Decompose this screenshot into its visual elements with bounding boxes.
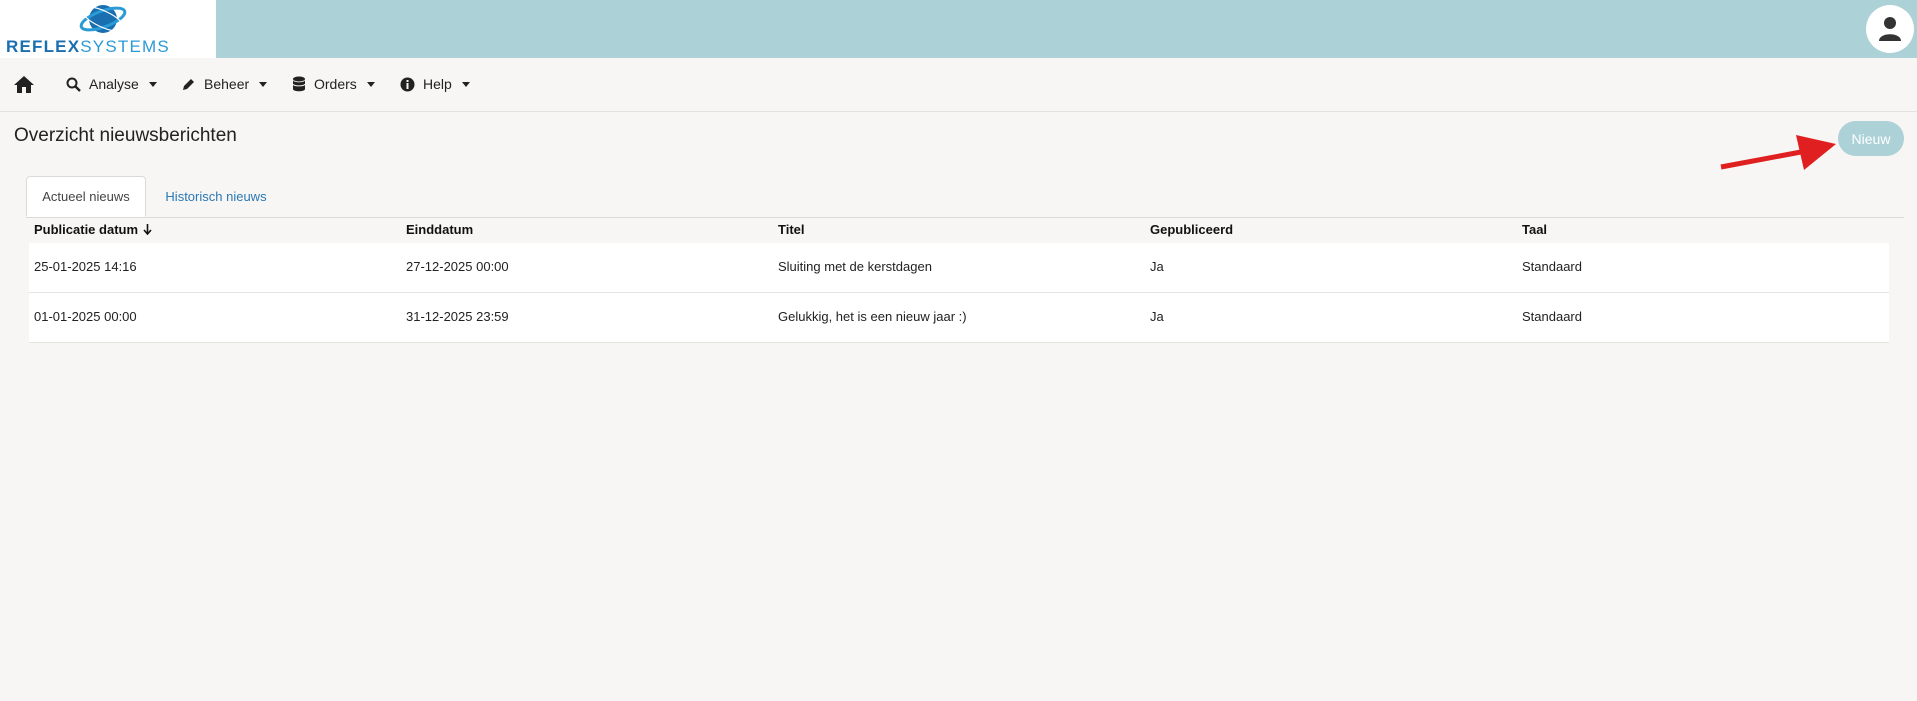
logo-wordmark: REFLEXSYSTEMS [6,37,170,56]
database-icon [292,76,306,92]
news-tabs: Actueel nieuws Historisch nieuws [26,176,1904,218]
user-icon [1879,17,1901,41]
nav-help[interactable]: Help [400,76,470,92]
chevron-down-icon [461,81,470,87]
red-arrow-annotation [1720,135,1836,170]
cell-publicatie-datum: 01-01-2025 00:00 [34,309,137,324]
chevron-down-icon [259,81,268,87]
tab-historisch-nieuws[interactable]: Historisch nieuws [156,176,276,217]
info-icon [400,77,415,91]
cell-publicatie-datum: 25-01-2025 14:16 [34,259,137,274]
cell-einddatum: 31-12-2025 23:59 [406,309,509,324]
news-table: Publicatie datum Einddatum Titel Gepubli… [29,218,1889,343]
cell-gepubliceerd: Ja [1150,309,1164,324]
logo-globe-icon [79,5,127,33]
company-logo[interactable]: REFLEXSYSTEMS [0,0,216,58]
cell-taal: Standaard [1522,259,1582,274]
column-header-publicatie-datum[interactable]: Publicatie datum [34,222,152,237]
nav-analyse[interactable]: Analyse [66,76,157,92]
top-bar: REFLEXSYSTEMS [0,0,1917,58]
nav-beheer[interactable]: Beheer [181,76,268,92]
home-icon [14,76,34,93]
cell-titel: Sluiting met de kerstdagen [778,259,932,274]
cell-taal: Standaard [1522,309,1582,324]
table-header: Publicatie datum Einddatum Titel Gepubli… [29,218,1889,243]
user-menu-button[interactable] [1866,5,1914,53]
column-header-label: Publicatie datum [34,222,139,237]
chevron-down-icon [366,81,375,87]
chevron-down-icon [148,81,157,87]
cell-titel: Gelukkig, het is een nieuw jaar :) [778,309,967,324]
cell-einddatum: 27-12-2025 00:00 [406,259,509,274]
nav-help-label: Help [423,76,452,92]
column-header-gepubliceerd[interactable]: Gepubliceerd [1150,222,1233,237]
new-button[interactable]: Nieuw [1838,121,1904,156]
column-header-einddatum[interactable]: Einddatum [406,222,473,237]
pencil-icon [183,78,194,90]
nav-orders-label: Orders [314,76,357,92]
nav-orders[interactable]: Orders [292,76,375,92]
nav-home-button[interactable] [13,75,35,99]
main-navigation: Analyse Beheer Orders Help [0,58,1917,112]
column-header-titel[interactable]: Titel [778,222,805,237]
column-header-taal[interactable]: Taal [1522,222,1547,237]
table-row[interactable]: 25-01-2025 14:16 27-12-2025 00:00 Sluiti… [29,243,1889,293]
cell-gepubliceerd: Ja [1150,259,1164,274]
table-row[interactable]: 01-01-2025 00:00 31-12-2025 23:59 Gelukk… [29,293,1889,343]
tab-actueel-nieuws[interactable]: Actueel nieuws [26,176,146,217]
nav-beheer-label: Beheer [204,76,250,92]
nav-analyse-label: Analyse [89,76,139,92]
page-title: Overzicht nieuwsberichten [14,125,237,146]
search-chart-icon [66,77,81,92]
sort-descending-icon [143,224,152,235]
